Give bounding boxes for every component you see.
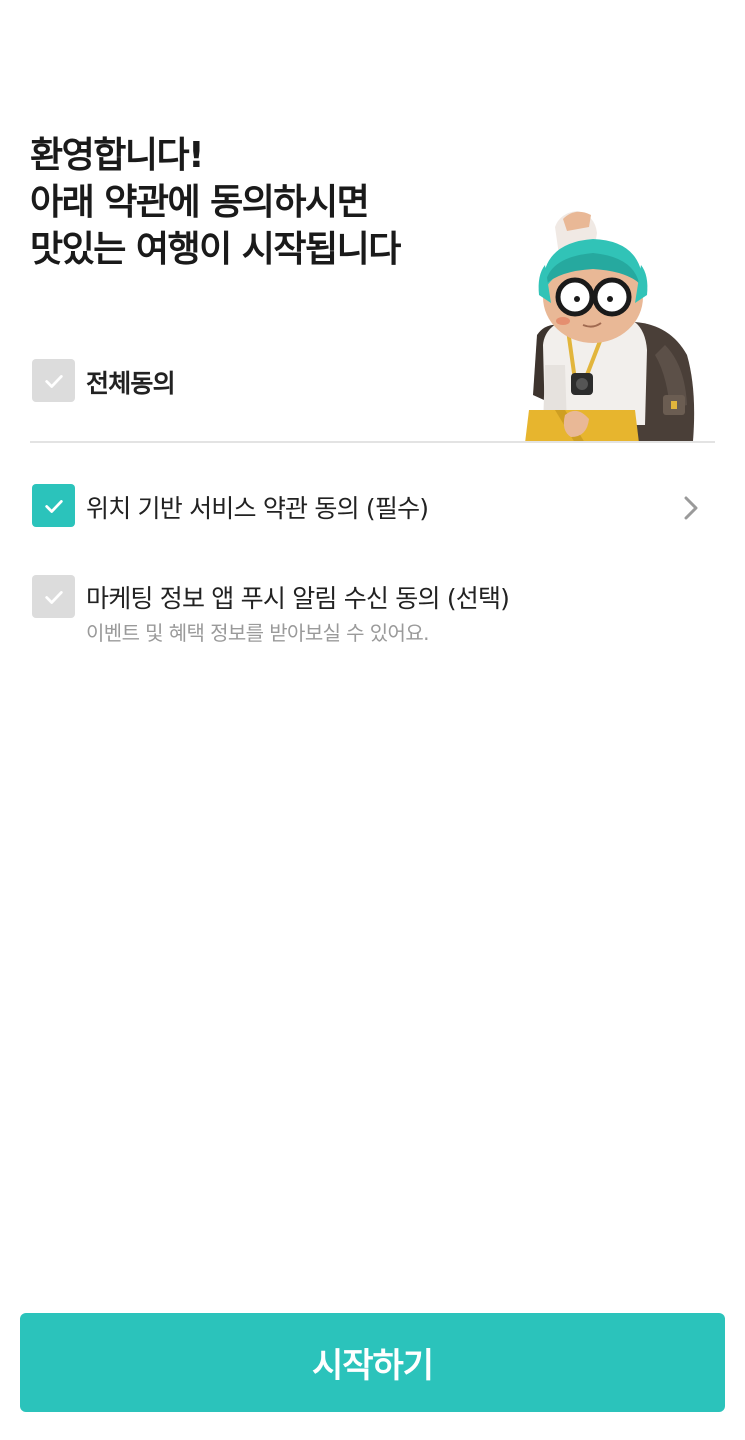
start-button[interactable]: 시작하기: [20, 1313, 725, 1412]
agree-all-checkbox[interactable]: [32, 359, 75, 402]
check-icon: [44, 590, 63, 604]
location-terms-label[interactable]: 위치 기반 서비스 약관 동의 (필수): [86, 489, 429, 525]
location-terms-checkbox[interactable]: [32, 484, 75, 527]
divider: [30, 441, 715, 443]
agree-all-label[interactable]: 전체동의: [86, 364, 176, 400]
check-icon: [44, 499, 63, 513]
welcome-headline: 환영합니다! 아래 약관에 동의하시면 맛있는 여행이 시작됩니다: [30, 132, 401, 273]
chevron-right-icon[interactable]: [680, 492, 702, 524]
marketing-push-label[interactable]: 마케팅 정보 앱 푸시 알림 수신 동의 (선택): [86, 579, 510, 615]
headline-line-1: 환영합니다!: [30, 135, 205, 176]
traveler-mascot-illustration: [525, 211, 695, 443]
check-icon: [44, 374, 63, 388]
headline-line-2: 아래 약관에 동의하시면: [30, 182, 370, 223]
headline-line-3: 맛있는 여행이 시작됩니다: [30, 229, 401, 270]
marketing-push-checkbox[interactable]: [32, 575, 75, 618]
marketing-push-description: 이벤트 및 혜택 정보를 받아보실 수 있어요.: [86, 621, 430, 645]
